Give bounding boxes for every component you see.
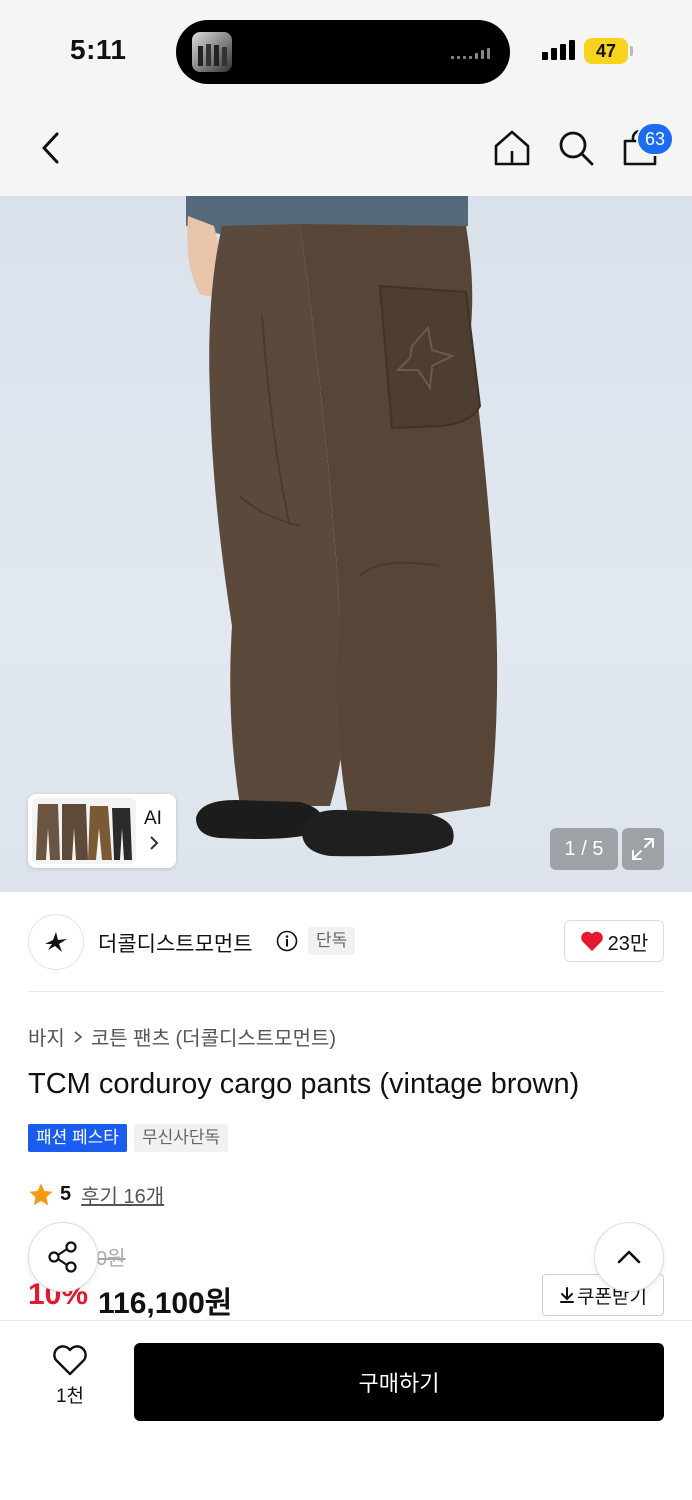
breadcrumb-category[interactable]: 바지 [28,1022,65,1051]
brand-row: 더콜디스트모먼트 단독 23만 [0,892,692,992]
audio-wave-icon [451,48,490,59]
battery-tip [630,46,633,56]
chevron-up-icon [617,1250,641,1264]
search-button[interactable] [552,124,600,172]
ai-label: AI [144,808,162,829]
product-title: TCM corduroy cargo pants (vintage brown) [28,1068,580,1100]
musinsa-exclusive-badge: 무신사단독 [134,1124,229,1152]
download-icon [560,1287,575,1303]
rating-row: 5 후기 16개 [28,1180,164,1209]
brand-star-icon [45,932,67,952]
breadcrumb: 바지 코튼 팬츠 (더콜디스트모먼트) [28,1022,336,1051]
cart-count-badge: 63 [636,122,674,156]
dynamic-island [176,20,510,84]
original-price: 0원 [96,1248,126,1270]
breadcrumb-subcategory[interactable]: 코튼 팬츠 (더콜디스트모먼트) [91,1022,336,1051]
wishlist-count: 1천 [55,1386,85,1407]
info-icon[interactable] [276,930,298,952]
divider [28,991,664,992]
status-bar: 5:11 47 [0,0,692,100]
chevron-right-icon [148,834,160,857]
now-playing-thumbnail [192,32,232,72]
brand-like-count: 23만 [607,932,649,955]
search-icon [559,131,594,166]
chevron-left-icon [42,132,59,164]
battery-icon: 47 [584,38,628,64]
buy-button[interactable]: 구매하기 [134,1343,664,1421]
status-time: 5:11 [70,34,127,65]
fashion-festa-badge: 패션 페스타 [28,1124,127,1152]
brand-name[interactable]: 더콜디스트모먼트 [98,928,253,958]
brand-like-button[interactable]: 23만 [564,920,664,962]
home-button[interactable] [488,124,536,172]
home-icon [494,130,530,166]
star-icon [29,1183,53,1205]
scroll-to-top-button[interactable] [594,1222,664,1292]
back-button[interactable] [26,124,74,172]
heart-filled-icon [580,931,603,951]
brand-logo[interactable] [28,914,84,970]
top-nav-bar [0,100,692,196]
heart-outline-icon [53,1345,87,1376]
ai-similar-items-card[interactable]: AI [28,794,176,868]
cellular-signal-icon [542,40,575,60]
share-icon [48,1241,77,1273]
product-image-gallery[interactable]: AI 1 / 5 [0,196,692,892]
review-count-link[interactable]: 후기 16개 [81,1180,164,1209]
sale-price: 116,100원 [98,1287,233,1320]
similar-items-thumbnail [32,798,136,864]
expand-icon [632,838,654,860]
share-button[interactable] [28,1222,98,1292]
wishlist-button[interactable]: 1천 [36,1345,104,1417]
bottom-action-bar: 1천 구매하기 [0,1320,692,1500]
rating-score: 5 [60,1183,72,1205]
expand-image-button[interactable] [622,828,664,870]
product-photo [186,196,498,857]
image-page-indicator: 1 / 5 [550,828,618,870]
exclusive-badge: 단독 [308,927,356,955]
chevron-right-icon [74,1030,83,1043]
